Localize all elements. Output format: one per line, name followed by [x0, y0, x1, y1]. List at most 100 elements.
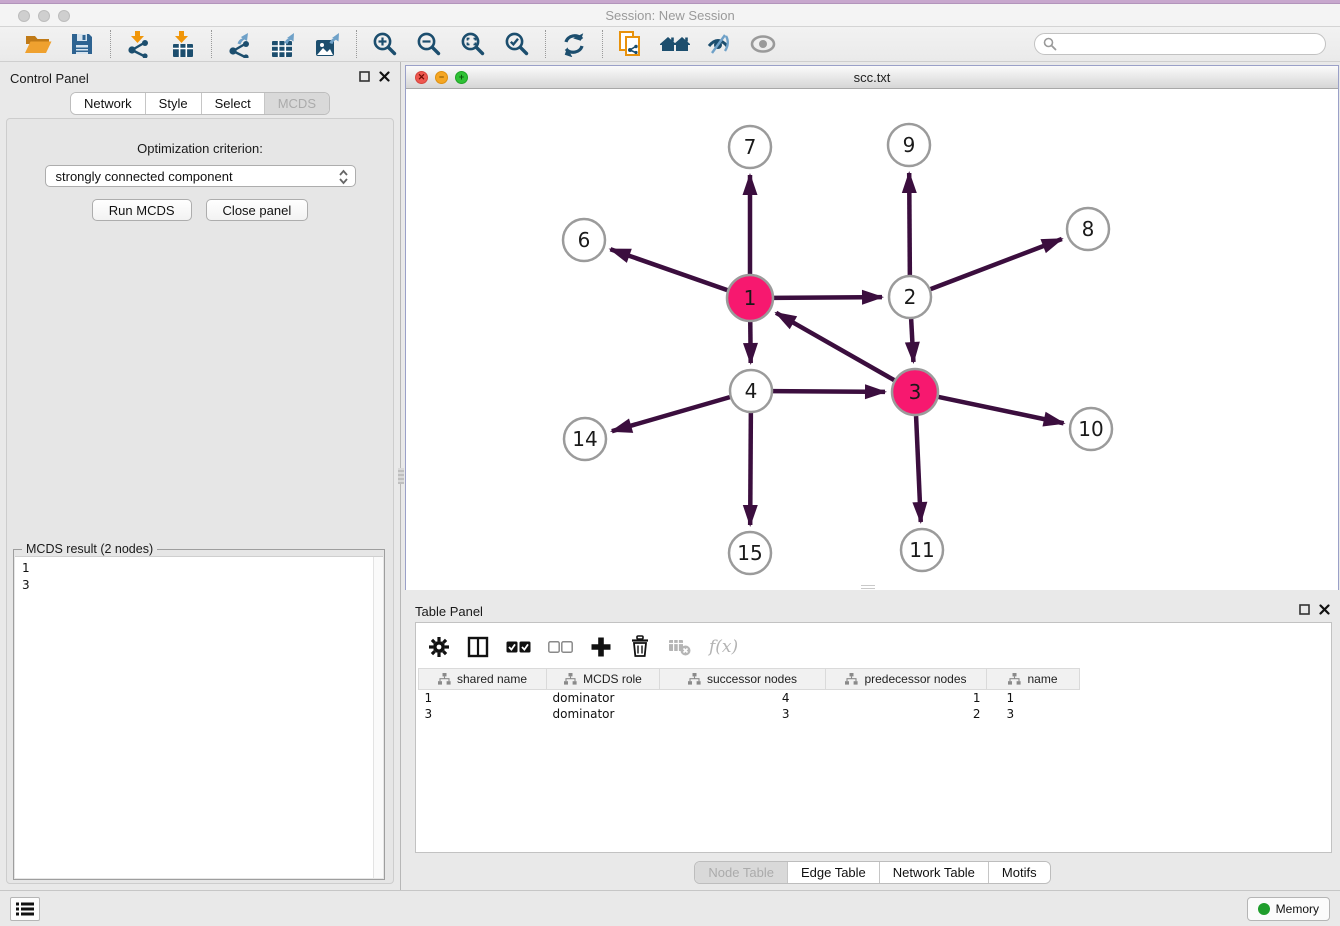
function-builder-button[interactable]: f(x) — [709, 637, 738, 657]
import-network-button[interactable] — [124, 29, 154, 59]
graph-node-15[interactable]: 15 — [729, 532, 771, 574]
table-row[interactable]: 1dominator411 — [419, 690, 1080, 706]
column-header-shared-name[interactable]: shared name — [419, 669, 547, 690]
add-column-button[interactable] — [590, 636, 612, 658]
mcds-result-textarea[interactable]: 1 3 — [15, 556, 383, 878]
network-graph[interactable]: 1 2 3 4 6 7 8 9 10 11 14 15 — [406, 89, 1338, 590]
tab-mcds[interactable]: MCDS — [265, 93, 329, 114]
tab-network[interactable]: Network — [71, 93, 146, 114]
tab-style[interactable]: Style — [146, 93, 202, 114]
graph-edge-4-3[interactable] — [773, 391, 885, 392]
search-text-field[interactable] — [1062, 37, 1317, 51]
graph-node-2[interactable]: 2 — [889, 276, 931, 318]
graph-node-14[interactable]: 14 — [564, 418, 606, 460]
graph-node-8[interactable]: 8 — [1067, 208, 1109, 250]
graph-edge-1-6[interactable] — [610, 249, 727, 290]
table-cell[interactable]: dominator — [547, 706, 660, 722]
search-input[interactable] — [1034, 33, 1326, 55]
refresh-layout-button[interactable] — [559, 29, 589, 59]
zoom-selected-button[interactable] — [502, 29, 532, 59]
export-image-button[interactable] — [313, 29, 343, 59]
table-cell[interactable]: 1 — [419, 690, 547, 706]
table-cell[interactable]: 3 — [419, 706, 547, 722]
show-hidden-button[interactable] — [748, 29, 778, 59]
memory-button[interactable]: Memory — [1247, 897, 1330, 921]
network-view-window: ✕ − + scc.txt 1 2 3 4 6 7 8 9 10 11 14 15 — [405, 65, 1339, 590]
zoom-fit-button[interactable] — [458, 29, 488, 59]
graph-node-9[interactable]: 9 — [888, 124, 930, 166]
table-cell[interactable]: 3 — [660, 706, 826, 722]
table-cell[interactable]: 4 — [660, 690, 826, 706]
optimization-criterion-select[interactable]: strongly connected component — [45, 165, 356, 187]
show-task-history-button[interactable] — [10, 897, 40, 921]
tab-motifs[interactable]: Motifs — [989, 862, 1050, 883]
result-scrollbar[interactable] — [373, 557, 383, 878]
close-panel-button[interactable]: Close panel — [206, 199, 309, 221]
float-panel-icon[interactable] — [359, 71, 370, 82]
import-table-icon — [170, 31, 196, 58]
table-panel: Table Panel f(x) shared nameMCDS rolesuc… — [405, 595, 1340, 890]
graph-edge-3-10[interactable] — [938, 397, 1063, 423]
mcds-result-title: MCDS result (2 nodes) — [22, 542, 157, 556]
float-panel-icon[interactable] — [1299, 604, 1310, 615]
delete-column-button[interactable] — [629, 635, 651, 658]
hide-selected-button[interactable] — [704, 29, 734, 59]
select-all-checkboxes-button[interactable] — [506, 640, 531, 654]
graph-node-10[interactable]: 10 — [1070, 408, 1112, 450]
save-session-button[interactable] — [67, 29, 97, 59]
panel-splitter-handle[interactable] — [398, 468, 404, 484]
status-bar: Memory — [0, 890, 1340, 926]
graph-edge-4-15[interactable] — [750, 413, 751, 525]
run-mcds-button[interactable]: Run MCDS — [92, 199, 192, 221]
import-table-button[interactable] — [168, 29, 198, 59]
table-cell[interactable]: 3 — [987, 706, 1080, 722]
column-header-successor-nodes[interactable]: successor nodes — [660, 669, 826, 690]
graph-edge-2-9[interactable] — [909, 173, 910, 275]
graph-node-3[interactable]: 3 — [892, 369, 938, 415]
graph-node-1[interactable]: 1 — [727, 275, 773, 321]
graph-node-11[interactable]: 11 — [901, 529, 943, 571]
tab-network-table[interactable]: Network Table — [880, 862, 989, 883]
destroy-table-button[interactable] — [668, 637, 692, 657]
table-settings-button[interactable] — [428, 636, 450, 658]
open-session-button[interactable] — [23, 29, 53, 59]
tab-node-table[interactable]: Node Table — [695, 862, 788, 883]
zoom-out-button[interactable] — [414, 29, 444, 59]
tab-select[interactable]: Select — [202, 93, 265, 114]
canvas-resize-grip[interactable] — [861, 585, 875, 589]
deselect-all-checkboxes-button[interactable] — [548, 640, 573, 654]
graph-edge-2-3[interactable] — [911, 319, 913, 362]
table-cell[interactable]: dominator — [547, 690, 660, 706]
table-cell[interactable]: 1 — [826, 690, 987, 706]
graph-node-7[interactable]: 7 — [729, 126, 771, 168]
graph-edge-1-2[interactable] — [774, 297, 882, 298]
network-window-titlebar[interactable]: ✕ − + scc.txt — [406, 66, 1338, 89]
graph-edge-3-1[interactable] — [776, 313, 894, 380]
graph-edge-2-8[interactable] — [931, 239, 1062, 289]
table-cell[interactable]: 2 — [826, 706, 987, 722]
graph-node-6[interactable]: 6 — [563, 219, 605, 261]
column-header-MCDS-role[interactable]: MCDS role — [547, 669, 660, 690]
graph-edge-4-14[interactable] — [612, 397, 730, 431]
duplicate-network-button[interactable] — [616, 29, 646, 59]
graph-edge-3-11[interactable] — [916, 416, 921, 522]
close-panel-icon[interactable] — [379, 71, 390, 82]
export-network-button[interactable] — [225, 29, 255, 59]
table-cell[interactable]: 1 — [987, 690, 1080, 706]
node-table[interactable]: shared nameMCDS rolesuccessor nodesprede… — [418, 668, 1080, 722]
table-row[interactable]: 3dominator323 — [419, 706, 1080, 722]
zoom-in-button[interactable] — [370, 29, 400, 59]
column-header-name[interactable]: name — [987, 669, 1080, 690]
eye-slash-icon — [706, 32, 732, 56]
column-header-predecessor-nodes[interactable]: predecessor nodes — [826, 669, 987, 690]
close-panel-icon[interactable] — [1319, 604, 1330, 615]
show-all-networks-button[interactable] — [660, 29, 690, 59]
network-canvas[interactable]: 1 2 3 4 6 7 8 9 10 11 14 15 — [406, 89, 1338, 590]
split-columns-button[interactable] — [467, 636, 489, 658]
mcds-result-group: MCDS result (2 nodes) 1 3 — [13, 549, 385, 880]
control-panel: Control Panel NetworkStyleSelectMCDS Opt… — [0, 62, 401, 890]
mcds-panel: Optimization criterion: strongly connect… — [6, 118, 394, 884]
export-table-button[interactable] — [269, 29, 299, 59]
tab-edge-table[interactable]: Edge Table — [788, 862, 880, 883]
graph-node-4[interactable]: 4 — [730, 370, 772, 412]
